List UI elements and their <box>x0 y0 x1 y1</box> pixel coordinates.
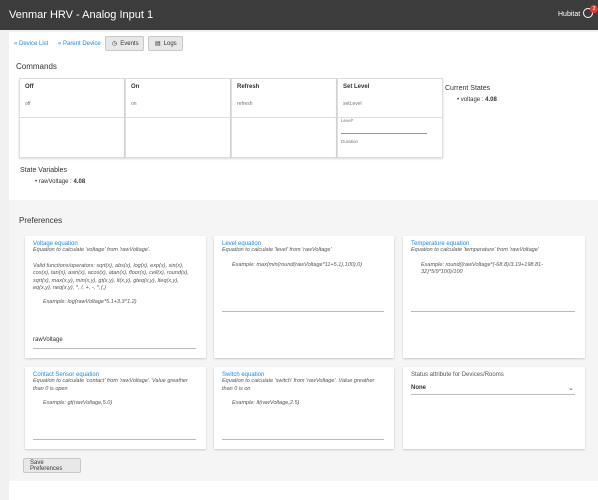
temperature-equation-example: Example: round((rawVoltage*(-68.8)/3.19+… <box>421 261 543 276</box>
state-variables-heading: State Variables <box>20 167 67 174</box>
temperature-equation-desc: Equation to calculate 'temperature' from… <box>411 247 539 253</box>
logs-button[interactable]: ▤ Logs <box>148 36 183 51</box>
save-preferences-label: Save Preferences <box>30 459 63 472</box>
current-states-heading: Current States <box>445 85 491 92</box>
command-off[interactable]: Off off <box>19 78 125 158</box>
voltage-equation-example: Example: log(rawVoltage*5.1+3.3^1.2) <box>43 298 137 305</box>
page-title: Venmar HRV - Analog Input 1 <box>9 9 154 21</box>
level-equation-example: Example: max(min(round(rawVoltage*11+5.1… <box>232 261 363 268</box>
voltage-input-underline <box>33 348 196 349</box>
command-set-level-header[interactable]: Set Level setLevel <box>338 79 442 118</box>
command-method: off <box>25 101 31 107</box>
current-state-item: • voltage : 4.08 <box>457 97 497 103</box>
switch-equation-card: Switch equation Equation to calculate 's… <box>214 367 394 449</box>
parent-device-link[interactable]: « Parent Device <box>58 41 101 47</box>
contact-equation-card: Contact Sensor equation Equation to calc… <box>25 367 206 449</box>
save-preferences-button[interactable]: Save Preferences <box>23 458 81 473</box>
events-label: Events <box>120 40 139 47</box>
contact-equation-desc: Equation to calculate 'contact' from 'ra… <box>33 378 188 392</box>
level-equation-input[interactable] <box>222 311 384 312</box>
command-method: setLevel <box>343 101 362 107</box>
command-name: Set Level <box>343 84 370 90</box>
command-method: on <box>131 101 137 107</box>
switch-equation-example: Example: lt(rawVoltage,2.5) <box>232 400 300 406</box>
command-off-header[interactable]: Off off <box>20 79 124 118</box>
preferences-heading: Preferences <box>19 216 63 225</box>
contact-equation-input[interactable] <box>33 439 196 440</box>
command-refresh[interactable]: Refresh refresh <box>231 78 337 158</box>
command-name: On <box>131 84 140 90</box>
voltage-equation-card: Voltage equation Equation to calculate '… <box>25 236 206 358</box>
voltage-equation-input[interactable]: rawVoltage <box>33 337 63 343</box>
command-name: Off <box>25 84 34 90</box>
command-method: refresh <box>237 101 253 107</box>
command-on-header[interactable]: On on <box>126 79 230 118</box>
command-refresh-header[interactable]: Refresh refresh <box>232 79 336 118</box>
voltage-equation-functions: Valid functions/operators: sqrt(x), abs(… <box>33 262 189 292</box>
status-select-underline <box>411 394 575 395</box>
temperature-equation-input[interactable] <box>411 311 575 312</box>
hub-name[interactable]: Hubitat <box>558 11 580 18</box>
status-attribute-card: Status attribute for Devices/Rooms None … <box>403 367 585 449</box>
notification-badge[interactable]: 2 <box>590 5 598 13</box>
level-input[interactable] <box>341 133 427 134</box>
chevron-down-icon[interactable]: ⌄ <box>568 384 574 392</box>
commands-heading: Commands <box>16 62 57 71</box>
document-icon: ▤ <box>155 41 161 47</box>
level-equation-desc: Equation to calculate 'level' from 'rawV… <box>222 247 332 253</box>
events-button[interactable]: ◷ Events <box>105 36 144 51</box>
status-attribute-label: Status attribute for Devices/Rooms <box>411 372 504 378</box>
switch-equation-input[interactable] <box>222 439 384 440</box>
duration-field-label[interactable]: Duration <box>341 139 358 144</box>
temperature-equation-card: Temperature equation Equation to calcula… <box>403 236 585 358</box>
logs-label: Logs <box>163 40 177 47</box>
state-variable-item: • rawVoltage : 4.08 <box>35 179 86 185</box>
contact-equation-example: Example: gt(rawVoltage,5.0) <box>43 400 113 406</box>
device-list-link[interactable]: « Device List <box>14 41 48 47</box>
command-on[interactable]: On on <box>125 78 231 158</box>
command-set-level[interactable]: Set Level setLevel Level* Duration <box>337 78 443 158</box>
status-attribute-select[interactable]: None <box>411 385 426 391</box>
clock-icon: ◷ <box>112 41 118 47</box>
voltage-equation-desc: Equation to calculate 'voltage' from 'ra… <box>33 247 151 253</box>
top-bar: Venmar HRV - Analog Input 1 Hubitat 2 <box>0 0 598 30</box>
switch-equation-desc: Equation to calculate 'switch' from 'raw… <box>222 378 375 392</box>
command-name: Refresh <box>237 84 260 90</box>
level-equation-card: Level equation Equation to calculate 'le… <box>214 236 394 358</box>
level-field-label: Level* <box>341 118 354 123</box>
